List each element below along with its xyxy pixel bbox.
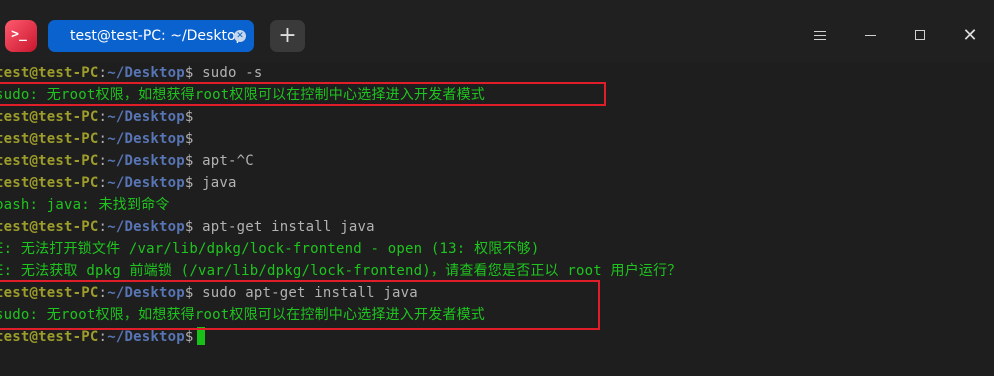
prompt-line: test@test-PC:~/Desktop$ java [0, 172, 237, 194]
command-text: apt-get install java [193, 219, 375, 235]
command-text: apt-^C [193, 153, 254, 169]
prompt-line: test@test-PC:~/Desktop$ sudo -s [0, 62, 263, 84]
output-line: E: 无法打开锁文件 /var/lib/dpkg/lock-frontend -… [0, 238, 540, 260]
menu-hamburger-icon[interactable] [808, 24, 832, 48]
new-tab-plus-icon[interactable]: + [270, 20, 305, 52]
prompt-dollar: $ [184, 329, 194, 345]
prompt-separator: : [98, 65, 108, 81]
prompt-user: test@test-PC [0, 329, 99, 345]
window-close-icon[interactable]: ✕ [958, 24, 982, 48]
prompt-separator: : [98, 329, 108, 345]
terminal-output[interactable]: test@test-PC:~/Desktop$ sudo: 无root权限，如想获… [0, 62, 994, 376]
prompt-line: test@test-PC:~/Desktop$ [0, 128, 194, 150]
prompt-dollar: $ [184, 219, 194, 235]
prompt-dollar: $ [184, 131, 194, 147]
prompt-path: ~/Desktop [107, 175, 185, 191]
prompt-user: test@test-PC [0, 153, 99, 169]
prompt-line: test@test-PC:~/Desktop$ apt-get install … [0, 216, 375, 238]
prompt-path: ~/Desktop [107, 109, 185, 125]
prompt-user: test@test-PC [0, 175, 99, 191]
prompt-user: test@test-PC [0, 109, 99, 125]
highlight-box-1 [0, 82, 606, 106]
prompt-dollar: $ [184, 109, 194, 125]
prompt-separator: : [98, 175, 108, 191]
prompt-user: test@test-PC [0, 131, 99, 147]
command-text: java [193, 175, 237, 191]
highlight-box-2 [0, 280, 600, 330]
prompt-path: ~/Desktop [107, 153, 185, 169]
prompt-line: test@test-PC:~/Desktop$ [0, 106, 194, 128]
prompt-path: ~/Desktop [107, 219, 185, 235]
tab-close-icon[interactable]: ✕ [234, 30, 246, 42]
prompt-path: ~/Desktop [107, 131, 185, 147]
prompt-user: test@test-PC [0, 65, 99, 81]
prompt-user: test@test-PC [0, 219, 99, 235]
maximize-icon[interactable] [908, 24, 932, 48]
command-text: sudo -s [193, 65, 263, 81]
prompt-separator: : [98, 131, 108, 147]
prompt-separator: : [98, 153, 108, 169]
tab-title: test@test-PC: ~/Desktop [70, 28, 245, 44]
title-bar: >_ test@test-PC: ~/Desktop ✕ + ✕ [0, 0, 994, 65]
output-text: E: 无法获取 dpkg 前端锁 (/var/lib/dpkg/lock-fro… [0, 263, 682, 279]
prompt-separator: : [98, 219, 108, 235]
minimize-icon[interactable] [858, 24, 882, 48]
prompt-path: ~/Desktop [107, 65, 185, 81]
prompt-dollar: $ [184, 175, 194, 191]
output-line: E: 无法获取 dpkg 前端锁 (/var/lib/dpkg/lock-fro… [0, 260, 682, 282]
prompt-line: test@test-PC:~/Desktop$ apt-^C [0, 150, 254, 172]
output-text: E: 无法打开锁文件 /var/lib/dpkg/lock-frontend -… [0, 241, 540, 257]
prompt-separator: : [98, 109, 108, 125]
prompt-path: ~/Desktop [107, 329, 185, 345]
tab-terminal[interactable]: test@test-PC: ~/Desktop ✕ [48, 20, 254, 52]
output-line: bash: java: 未找到命令 [0, 194, 170, 216]
terminal-app-icon: >_ [5, 20, 37, 52]
output-text: bash: java: 未找到命令 [0, 197, 170, 213]
prompt-dollar: $ [184, 65, 194, 81]
prompt-dollar: $ [184, 153, 194, 169]
